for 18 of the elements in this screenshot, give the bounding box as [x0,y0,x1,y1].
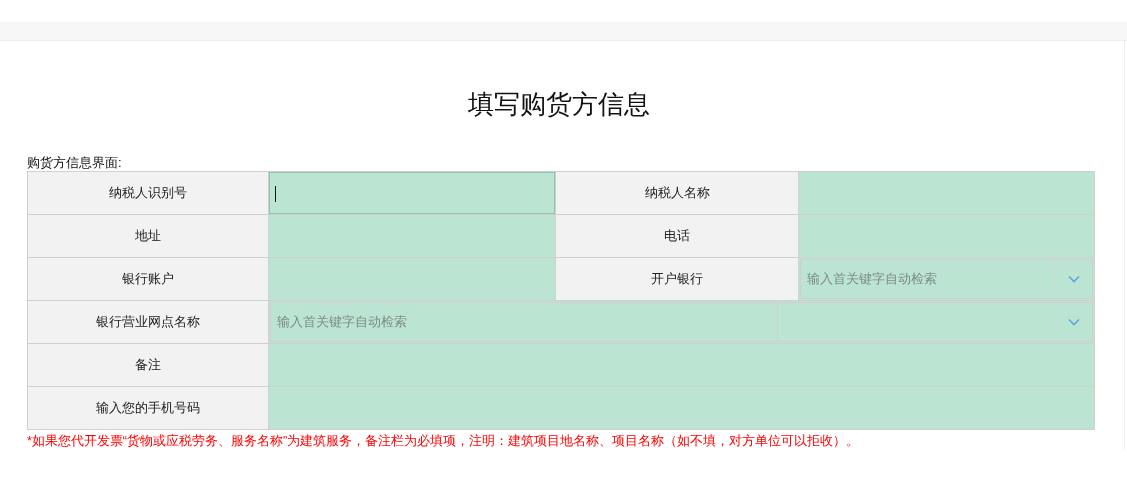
field-label: 输入您的手机号码 [27,386,269,430]
field-label: 银行账户 [27,257,269,301]
field-label: 银行营业网点名称 [27,300,269,344]
note-text: *如果您代开发票“货物或应税劳务、服务名称”为建筑服务，备注栏为必填项，注明：建筑项目地名称、项目名称（如不填，对方单位可以拒收）。 [27,433,861,450]
field-label: 电话 [555,214,799,258]
section-label: 购货方信息界面: [27,154,123,171]
chevron-down-icon[interactable] [1068,275,1080,283]
field-label: 备注 [27,343,269,387]
search-dropdown[interactable]: 输入首关键字自动检索 [800,259,1093,299]
search-dropdown[interactable]: 输入首关键字自动检索 [270,302,1093,342]
field-label: 地址 [27,214,269,258]
chevron-down-icon[interactable] [1068,318,1080,326]
field-label: 开户银行 [555,257,799,301]
field-label: 纳税人识别号 [27,171,269,215]
input-field[interactable] [269,172,555,214]
page-title: 填写购货方信息 [467,88,651,121]
text-caret [275,186,276,202]
field-label: 纳税人名称 [555,171,799,215]
